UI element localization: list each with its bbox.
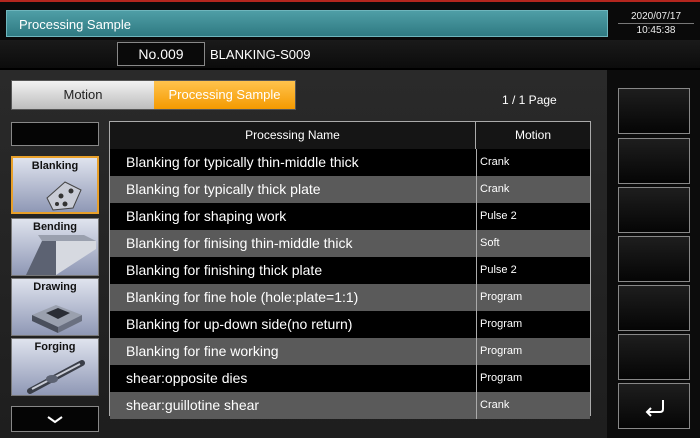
- column-header-motion: Motion: [514, 128, 552, 142]
- category-label: Forging: [34, 341, 76, 353]
- program-row: No.009 BLANKING-S009: [0, 40, 700, 68]
- tab-bar: Motion Processing Sample: [11, 80, 296, 110]
- processing-name-cell: shear:guillotine shear: [126, 397, 260, 413]
- function-key-1[interactable]: [618, 88, 690, 134]
- scroll-up-button[interactable]: [11, 122, 99, 146]
- processing-name-cell: Blanking for typically thick plate: [126, 181, 321, 197]
- motion-cell: Soft: [476, 230, 590, 257]
- program-number[interactable]: No.009: [117, 42, 205, 66]
- table-row[interactable]: Blanking for up-down side(no return) Pro…: [110, 311, 590, 338]
- program-name: BLANKING-S009: [210, 47, 311, 62]
- motion-cell: Program: [476, 365, 590, 392]
- motion-cell: Crank: [476, 176, 590, 203]
- function-key-2[interactable]: [618, 138, 690, 184]
- alert-line: [0, 0, 700, 2]
- table-row[interactable]: Blanking for finising thin-middle thick …: [110, 230, 590, 257]
- page-indicator: 1 / 1 Page: [502, 93, 557, 107]
- title-bar: Processing Sample 2020/07/17 10:45:38: [0, 0, 700, 40]
- category-blanking[interactable]: Blanking: [11, 156, 99, 214]
- column-header-name: Processing Name: [110, 122, 476, 149]
- function-key-4[interactable]: [618, 236, 690, 282]
- processing-name-cell: Blanking for fine working: [126, 343, 279, 359]
- table-row[interactable]: Blanking for shaping work Pulse 2: [110, 203, 590, 230]
- date-text: 2020/07/17: [630, 11, 682, 22]
- function-key-3[interactable]: [618, 187, 690, 233]
- time-text: 10:45:38: [636, 25, 676, 36]
- function-key-6[interactable]: [618, 334, 690, 380]
- processing-name-cell: Blanking for shaping work: [126, 208, 287, 224]
- table-header: Processing Name Motion: [110, 122, 590, 149]
- processing-name-cell: Blanking for typically thin-middle thick: [126, 154, 359, 170]
- return-button[interactable]: [618, 383, 690, 429]
- category-forging[interactable]: Forging: [11, 338, 99, 396]
- tab-processing-sample[interactable]: Processing Sample: [154, 81, 295, 109]
- main-panel: Motion Processing Sample 1 / 1 Page Blan…: [0, 70, 607, 438]
- motion-cell: Crank: [476, 392, 590, 419]
- motion-cell: Pulse 2: [476, 257, 590, 284]
- category-label: Blanking: [31, 160, 79, 172]
- motion-cell: Crank: [476, 149, 590, 176]
- function-key-5[interactable]: [618, 285, 690, 331]
- return-arrow-icon: [645, 400, 664, 417]
- processing-name-cell: shear:opposite dies: [126, 370, 248, 386]
- category-label: Bending: [33, 221, 77, 233]
- datetime-display: 2020/07/17 10:45:38: [612, 10, 700, 38]
- chevron-down-icon: [47, 416, 63, 424]
- category-label: Drawing: [33, 281, 77, 293]
- motion-cell: Program: [476, 284, 590, 311]
- tab-motion[interactable]: Motion: [12, 81, 154, 109]
- function-key-column: [607, 70, 700, 438]
- motion-cell: Program: [476, 311, 590, 338]
- processing-name-cell: Blanking for finishing thick plate: [126, 262, 323, 278]
- table-row[interactable]: shear:opposite dies Program: [110, 365, 590, 392]
- motion-cell: Pulse 2: [476, 203, 590, 230]
- processing-name-cell: Blanking for finising thin-middle thick: [126, 235, 353, 251]
- table-row[interactable]: Blanking for fine working Program: [110, 338, 590, 365]
- table-row[interactable]: Blanking for typically thick plate Crank: [110, 176, 590, 203]
- table-row[interactable]: Blanking for fine hole (hole:plate=1:1) …: [110, 284, 590, 311]
- table-row[interactable]: shear:guillotine shear Crank: [110, 392, 590, 419]
- screen-title: Processing Sample: [19, 17, 131, 32]
- table-row[interactable]: Blanking for finishing thick plate Pulse…: [110, 257, 590, 284]
- category-drawing[interactable]: Drawing: [11, 278, 99, 336]
- processing-table: Processing Name Motion Blanking for typi…: [109, 121, 591, 419]
- motion-cell: Program: [476, 338, 590, 365]
- category-bending[interactable]: Bending: [11, 218, 99, 276]
- screen-title-box: Processing Sample: [6, 10, 608, 37]
- processing-name-cell: Blanking for fine hole (hole:plate=1:1): [126, 289, 359, 305]
- processing-name-cell: Blanking for up-down side(no return): [126, 316, 353, 332]
- table-row[interactable]: Blanking for typically thin-middle thick…: [110, 149, 590, 176]
- scroll-down-button[interactable]: [11, 406, 99, 432]
